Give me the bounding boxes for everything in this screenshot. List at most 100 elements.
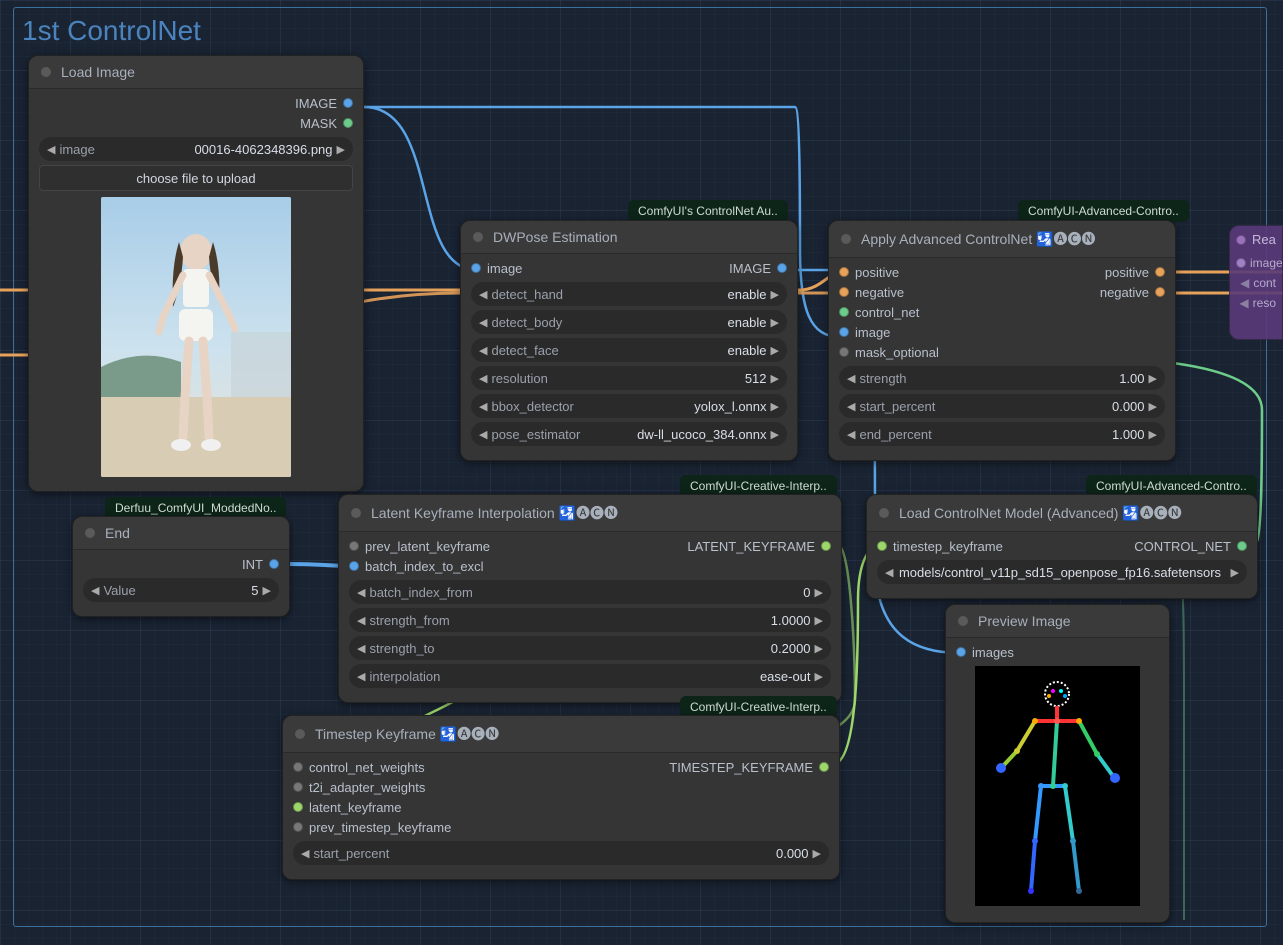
collapse-dot-icon[interactable] [958, 616, 968, 626]
port-output-mask[interactable] [343, 118, 353, 128]
widget-resolution[interactable]: ◀resolution512▶ [471, 366, 787, 390]
widget-controlnet-model[interactable]: ◀models/control_v11p_sd15_openpose_fp16.… [877, 560, 1247, 584]
port-input-images[interactable] [956, 647, 966, 657]
node-header[interactable]: Preview Image [946, 605, 1169, 638]
port-output-positive[interactable] [1155, 267, 1165, 277]
port-output-timestep-keyframe[interactable] [819, 762, 829, 772]
arrow-left-icon[interactable]: ◀ [479, 372, 487, 385]
arrow-left-icon[interactable]: ◀ [479, 400, 487, 413]
widget-detect-body[interactable]: ◀detect_bodyenable▶ [471, 310, 787, 334]
port-output-negative[interactable] [1155, 287, 1165, 297]
arrow-right-icon[interactable]: ▶ [815, 670, 823, 683]
upload-button[interactable]: choose file to upload [39, 165, 353, 191]
widget-detect-face[interactable]: ◀detect_faceenable▶ [471, 338, 787, 362]
arrow-left-icon[interactable]: ◀ [479, 316, 487, 329]
node-preview-image[interactable]: Preview Image images [945, 604, 1170, 923]
port-input-negative[interactable] [839, 287, 849, 297]
collapse-dot-icon[interactable] [1236, 235, 1246, 245]
arrow-right-icon[interactable]: ▶ [815, 614, 823, 627]
arrow-left-icon[interactable]: ◀ [479, 288, 487, 301]
arrow-right-icon[interactable]: ▶ [815, 642, 823, 655]
arrow-right-icon[interactable]: ▶ [1149, 372, 1157, 385]
widget-strength[interactable]: ◀strength1.00▶ [839, 366, 1165, 390]
port-input-latent-keyframe[interactable] [293, 802, 303, 812]
collapse-dot-icon[interactable] [473, 232, 483, 242]
arrow-left-icon[interactable]: ◀ [847, 372, 855, 385]
port-output-latent-keyframe[interactable] [821, 541, 831, 551]
port-input-cn-weights[interactable] [293, 762, 303, 772]
widget-image-select[interactable]: ◀ image 00016-4062348396.png ▶ [39, 137, 353, 161]
node-latent-keyframe-interpolation[interactable]: Latent Keyframe Interpolation 🛂🅐🅒🅝 prev_… [338, 494, 842, 703]
arrow-left-icon[interactable]: ◀ [91, 584, 99, 597]
node-header[interactable]: Load ControlNet Model (Advanced) 🛂🅐🅒🅝 [867, 495, 1257, 532]
arrow-right-icon[interactable]: ▶ [815, 586, 823, 599]
port-output-control-net[interactable] [1237, 541, 1247, 551]
arrow-left-icon[interactable]: ◀ [847, 428, 855, 441]
port-input-positive[interactable] [839, 267, 849, 277]
arrow-left-icon[interactable]: ◀ [47, 143, 55, 156]
node-dwpose-estimation[interactable]: DWPose Estimation image IMAGE ◀detect_ha… [460, 220, 798, 461]
widget-start-percent[interactable]: ◀start_percent0.000▶ [293, 841, 829, 865]
arrow-left-icon[interactable]: ◀ [847, 400, 855, 413]
arrow-left-icon[interactable]: ◀ [357, 614, 365, 627]
port-input-image[interactable] [471, 263, 481, 273]
node-load-controlnet-model-advanced[interactable]: Load ControlNet Model (Advanced) 🛂🅐🅒🅝 ti… [866, 494, 1258, 599]
collapse-dot-icon[interactable] [295, 729, 305, 739]
widget-bbox-detector[interactable]: ◀bbox_detectoryolox_l.onnx▶ [471, 394, 787, 418]
arrow-left-icon[interactable]: ◀ [301, 847, 309, 860]
arrow-left-icon[interactable]: ◀ [357, 586, 365, 599]
widget-detect-hand[interactable]: ◀detect_handenable▶ [471, 282, 787, 306]
arrow-right-icon[interactable]: ▶ [771, 400, 779, 413]
port-input-timestep-keyframe[interactable] [877, 541, 887, 551]
port-input-controlnet[interactable] [839, 307, 849, 317]
widget-batch-index-from[interactable]: ◀batch_index_from0▶ [349, 580, 831, 604]
arrow-right-icon[interactable]: ▶ [771, 316, 779, 329]
collapse-dot-icon[interactable] [879, 508, 889, 518]
arrow-right-icon[interactable]: ▶ [771, 372, 779, 385]
node-graph-canvas[interactable]: 1st ControlNet Load Image [0, 0, 1283, 945]
node-apply-advanced-controlnet[interactable]: Apply Advanced ControlNet 🛂🅐🅒🅝 positive … [828, 220, 1176, 461]
port-output-image[interactable] [343, 98, 353, 108]
node-end-int[interactable]: End INT ◀Value5▶ [72, 516, 290, 617]
port-input-batch-index-excl[interactable] [349, 561, 359, 571]
arrow-right-icon[interactable]: ▶ [337, 143, 345, 156]
arrow-right-icon[interactable]: ▶ [771, 288, 779, 301]
node-header[interactable]: Apply Advanced ControlNet 🛂🅐🅒🅝 [829, 221, 1175, 258]
arrow-right-icon[interactable]: ▶ [263, 584, 271, 597]
collapse-dot-icon[interactable] [841, 234, 851, 244]
arrow-left-icon[interactable]: ◀ [885, 566, 893, 579]
node-load-image[interactable]: Load Image IMAGE MASK ◀ image 00016-4062… [28, 55, 364, 492]
port-input-t2i-weights[interactable] [293, 782, 303, 792]
arrow-left-icon[interactable]: ◀ [357, 670, 365, 683]
arrow-right-icon[interactable]: ▶ [1149, 428, 1157, 441]
arrow-left-icon[interactable]: ◀ [479, 428, 487, 441]
node-header[interactable]: End [73, 517, 289, 550]
port-input-prev-latent-keyframe[interactable] [349, 541, 359, 551]
node-timestep-keyframe[interactable]: Timestep Keyframe 🛂🅐🅒🅝 control_net_weigh… [282, 715, 840, 880]
widget-strength-from[interactable]: ◀strength_from1.0000▶ [349, 608, 831, 632]
arrow-right-icon[interactable]: ▶ [1149, 400, 1157, 413]
collapse-dot-icon[interactable] [351, 508, 361, 518]
port-input-prev-timestep-keyframe[interactable] [293, 822, 303, 832]
collapse-dot-icon[interactable] [41, 67, 51, 77]
widget-value[interactable]: ◀Value5▶ [83, 578, 279, 602]
arrow-right-icon[interactable]: ▶ [1231, 566, 1239, 579]
node-clipped-right[interactable]: Rea image ◀cont ◀reso [1229, 225, 1283, 340]
port-output-image[interactable] [777, 263, 787, 273]
widget-start-percent[interactable]: ◀start_percent0.000▶ [839, 394, 1165, 418]
port-output-int[interactable] [269, 559, 279, 569]
widget-end-percent[interactable]: ◀end_percent1.000▶ [839, 422, 1165, 446]
arrow-left-icon[interactable]: ◀ [357, 642, 365, 655]
arrow-left-icon[interactable]: ◀ [479, 344, 487, 357]
port-input-image[interactable] [839, 327, 849, 337]
port-input-mask[interactable] [839, 347, 849, 357]
port-input[interactable] [1236, 258, 1246, 268]
node-header[interactable]: Timestep Keyframe 🛂🅐🅒🅝 [283, 716, 839, 753]
arrow-right-icon[interactable]: ▶ [813, 847, 821, 860]
widget-strength-to[interactable]: ◀strength_to0.2000▶ [349, 636, 831, 660]
node-header[interactable]: Load Image [29, 56, 363, 89]
node-header[interactable]: Latent Keyframe Interpolation 🛂🅐🅒🅝 [339, 495, 841, 532]
widget-pose-estimator[interactable]: ◀pose_estimatordw-ll_ucoco_384.onnx▶ [471, 422, 787, 446]
arrow-right-icon[interactable]: ▶ [771, 428, 779, 441]
arrow-right-icon[interactable]: ▶ [771, 344, 779, 357]
